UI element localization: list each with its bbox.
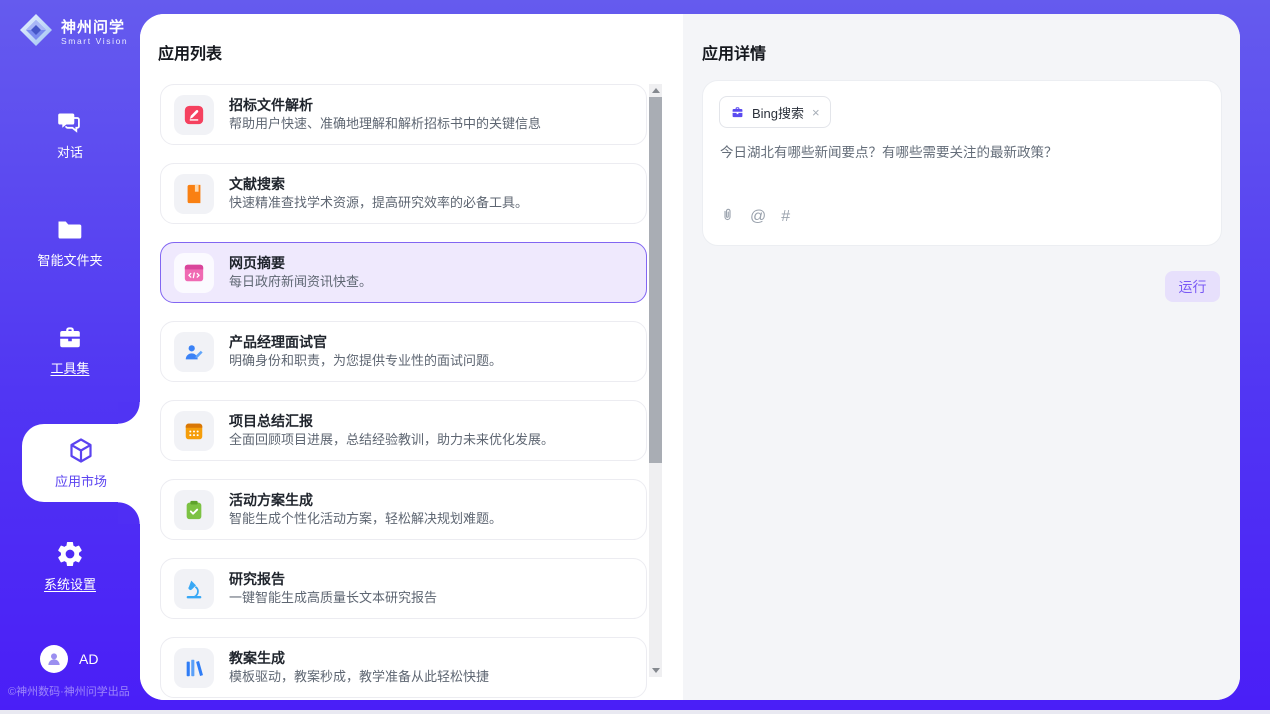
- app-detail-panel: 应用详情 Bing搜索 × 今日湖北有哪些新闻要点？有哪些需要关注的最新政策？ …: [683, 14, 1240, 700]
- sidebar-item-toolset[interactable]: 工具集: [0, 323, 140, 377]
- app-card-project-summary[interactable]: 项目总结汇报全面回顾项目进展，总结经验教训，助力未来优化发展。: [160, 400, 647, 461]
- briefcase-icon: [730, 105, 745, 120]
- sidebar-item-label: 系统设置: [44, 574, 96, 593]
- brand-logo-icon: [18, 12, 54, 53]
- app-card-web-summary[interactable]: 网页摘要每日政府新闻资讯快查。: [160, 242, 647, 303]
- app-card-description: 智能生成个性化活动方案，轻松解决规划难题。: [229, 512, 502, 526]
- sidebar-item-chat[interactable]: 对话: [0, 107, 140, 161]
- app-card-lesson-plan[interactable]: 教案生成模板驱动，教案秒成，教学准备从此轻松快捷: [160, 637, 647, 698]
- scrollbar[interactable]: [649, 84, 662, 677]
- book-icon: [174, 174, 214, 214]
- pen-square-icon: [174, 95, 214, 135]
- sidebar-item-label: 应用市场: [55, 471, 107, 490]
- chat-icon: [55, 107, 85, 137]
- window-bottom-edge: [0, 710, 1270, 714]
- app-card-description: 模板驱动，教案秒成，教学准备从此轻松快捷: [229, 670, 489, 684]
- tool-tag-close-icon[interactable]: ×: [812, 105, 820, 120]
- sidebar-item-system-settings[interactable]: 系统设置: [0, 539, 140, 593]
- app-card-bid-doc-analysis[interactable]: 招标文件解析帮助用户快速、准确地理解和解析招标书中的关键信息: [160, 84, 647, 145]
- app-card-research-report[interactable]: 研究报告一键智能生成高质量长文本研究报告: [160, 558, 647, 619]
- scroll-up-arrow[interactable]: [649, 84, 662, 97]
- prompt-input-card[interactable]: Bing搜索 × 今日湖北有哪些新闻要点？有哪些需要关注的最新政策？ @ #: [702, 80, 1222, 246]
- sidebar: 神州问学 Smart Vision 对话智能文件夹工具集应用市场系统设置 AD …: [0, 0, 140, 714]
- app-card-pm-interviewer[interactable]: 产品经理面试官明确身份和职责，为您提供专业性的面试问题。: [160, 321, 647, 382]
- books-icon: [174, 648, 214, 688]
- attachment-toolbar: @ #: [720, 206, 790, 228]
- user-row[interactable]: AD: [40, 645, 98, 673]
- paperclip-icon[interactable]: [720, 206, 735, 228]
- brand-subtitle: Smart Vision: [61, 36, 128, 46]
- sidebar-item-label: 智能文件夹: [37, 250, 102, 269]
- scroll-down-arrow[interactable]: [649, 664, 662, 677]
- sidebar-item-label: 工具集: [50, 358, 89, 377]
- app-list-panel: 应用列表 招标文件解析帮助用户快速、准确地理解和解析招标书中的关键信息文献搜索快…: [140, 14, 683, 700]
- avatar: [40, 645, 68, 673]
- app-window: { "brand": { "name": "神州问学", "subtitle":…: [0, 0, 1270, 714]
- calendar-icon: [174, 411, 214, 451]
- app-card-literature-search[interactable]: 文献搜索快速精准查找学术资源，提高研究效率的必备工具。: [160, 163, 647, 224]
- app-card-title: 招标文件解析: [229, 98, 541, 113]
- main-content: 应用列表 招标文件解析帮助用户快速、准确地理解和解析招标书中的关键信息文献搜索快…: [140, 14, 1240, 700]
- run-button[interactable]: 运行: [1165, 271, 1220, 302]
- app-list-title: 应用列表: [158, 40, 222, 64]
- app-card-title: 文献搜索: [229, 177, 528, 192]
- brand-name: 神州问学: [61, 19, 128, 36]
- app-card-title: 研究报告: [229, 572, 437, 587]
- gear-icon: [55, 539, 85, 569]
- sidebar-item-smart-folder[interactable]: 智能文件夹: [0, 215, 140, 269]
- briefcase-icon: [55, 323, 85, 353]
- app-card-event-plan[interactable]: 活动方案生成智能生成个性化活动方案，轻松解决规划难题。: [160, 479, 647, 540]
- scrollbar-thumb[interactable]: [649, 97, 662, 463]
- app-card-description: 快速精准查找学术资源，提高研究效率的必备工具。: [229, 196, 528, 210]
- app-detail-title: 应用详情: [702, 40, 766, 64]
- app-card-description: 一键智能生成高质量长文本研究报告: [229, 591, 437, 605]
- mention-icon[interactable]: @: [750, 208, 766, 226]
- hash-icon[interactable]: #: [781, 208, 790, 226]
- app-card-description: 明确身份和职责，为您提供专业性的面试问题。: [229, 354, 502, 368]
- query-text: 今日湖北有哪些新闻要点？有哪些需要关注的最新政策？: [720, 144, 1206, 162]
- app-card-title: 活动方案生成: [229, 493, 502, 508]
- app-card-title: 网页摘要: [229, 256, 372, 271]
- app-card-description: 每日政府新闻资讯快查。: [229, 275, 372, 289]
- tool-tag[interactable]: Bing搜索 ×: [719, 96, 831, 128]
- app-card-title: 产品经理面试官: [229, 335, 502, 350]
- app-card-title: 教案生成: [229, 651, 489, 666]
- user-name: AD: [79, 651, 98, 667]
- browser-icon: [174, 253, 214, 293]
- app-card-title: 项目总结汇报: [229, 414, 554, 429]
- clipboard-check-icon: [174, 490, 214, 530]
- tool-tag-label: Bing搜索: [752, 103, 804, 122]
- app-card-list: 招标文件解析帮助用户快速、准确地理解和解析招标书中的关键信息文献搜索快速精准查找…: [160, 84, 647, 700]
- microscope-icon: [174, 569, 214, 609]
- interviewer-icon: [174, 332, 214, 372]
- copyright: ©神州数码·神州问学出品: [8, 683, 130, 699]
- cube-icon: [66, 436, 96, 466]
- brand: 神州问学 Smart Vision: [18, 12, 128, 53]
- folder-icon: [55, 215, 85, 245]
- app-card-description: 全面回顾项目进展，总结经验教训，助力未来优化发展。: [229, 433, 554, 447]
- app-card-description: 帮助用户快速、准确地理解和解析招标书中的关键信息: [229, 117, 541, 131]
- sidebar-item-label: 对话: [57, 142, 83, 161]
- sidebar-item-app-market[interactable]: 应用市场: [22, 424, 140, 502]
